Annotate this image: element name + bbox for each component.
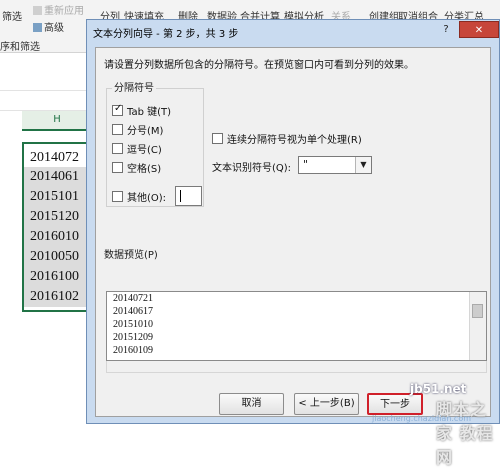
dialog-title: 文本分列向导 - 第 2 步，共 3 步 [93, 29, 239, 40]
scrollbar-thumb[interactable] [472, 304, 483, 318]
consecutive-delimiters-checkbox[interactable] [212, 133, 223, 144]
watermark-url: jiaocheng.chazidian.com [372, 414, 472, 423]
gridline [0, 90, 92, 91]
cell[interactable]: 2016100 [24, 267, 90, 287]
comma-checkbox-label[interactable]: 逗号(C) [127, 141, 162, 156]
delimiters-group-title: 分隔符号 [112, 79, 156, 94]
other-checkbox-label[interactable]: 其他(O): [127, 189, 166, 204]
cell[interactable]: 2015101 [24, 187, 90, 207]
preview-row: 20140617 [113, 306, 153, 317]
dialog-titlebar[interactable]: 文本分列向导 - 第 2 步，共 3 步 ? ✕ [87, 20, 499, 46]
text-qualifier-label: 文本识别符号(Q): [212, 163, 292, 174]
comma-checkbox[interactable] [112, 143, 123, 154]
text-import-wizard-dialog: 文本分列向导 - 第 2 步，共 3 步 ? ✕ 请设置分列数据所包含的分隔符号… [86, 19, 500, 424]
advanced-filter-icon [33, 23, 42, 32]
cell[interactable]: 2010050 [24, 247, 90, 267]
cell[interactable]: 2016010 [24, 227, 90, 247]
semicolon-checkbox-label[interactable]: 分号(M) [127, 122, 163, 137]
sort-filter-group-label: 序和筛选 [0, 42, 40, 53]
reapply-icon [33, 6, 42, 15]
cell[interactable]: 2015120 [24, 207, 90, 227]
consecutive-delimiters-label[interactable]: 连续分隔符号视为单个处理(R) [227, 131, 362, 146]
cell[interactable]: 2016102 [24, 287, 90, 307]
cancel-button[interactable]: 取消 [219, 393, 284, 415]
filter-button[interactable]: 筛选 [2, 8, 22, 23]
back-button[interactable]: < 上一步(B) [294, 393, 359, 415]
watermark-site: jb51.net [410, 382, 467, 396]
data-preview-pane[interactable]: 20140721 20140617 20151010 20151209 2016… [106, 291, 487, 361]
other-delimiter-input[interactable] [175, 186, 202, 206]
cell[interactable]: 2014061 [24, 167, 90, 187]
cell[interactable]: 2014072 [30, 148, 90, 168]
help-button[interactable]: ? [433, 21, 459, 38]
text-qualifier-value: " [303, 158, 309, 171]
column-header-h[interactable]: H [22, 111, 92, 131]
dropdown-arrow-icon[interactable]: ▼ [355, 157, 371, 173]
preview-row: 20151010 [113, 319, 153, 330]
text-caret [180, 190, 181, 202]
checkmark-icon: ✓ [114, 103, 123, 114]
close-icon: ✕ [474, 25, 484, 36]
text-qualifier-select[interactable]: " ▼ [298, 156, 372, 174]
tab-checkbox-label[interactable]: Tab 键(T) [127, 103, 171, 118]
tab-checkbox[interactable]: ✓ [112, 103, 123, 116]
data-preview-label: 数据预览(P) [104, 250, 158, 261]
advanced-button[interactable]: 高级 [33, 19, 64, 34]
preview-row: 20151209 [113, 332, 153, 343]
other-checkbox[interactable] [112, 191, 123, 202]
reapply-button[interactable]: 重新应用 [33, 2, 84, 17]
close-button[interactable]: ✕ [459, 21, 499, 38]
preview-horizontal-scrollbar[interactable] [106, 361, 487, 373]
next-button[interactable]: 下一步 [367, 393, 423, 415]
preview-row: 20140721 [113, 293, 153, 304]
space-checkbox[interactable] [112, 162, 123, 173]
watermark-text: 脚本之家 教程网 [436, 400, 494, 467]
preview-row: 20160109 [113, 345, 153, 356]
semicolon-checkbox[interactable] [112, 124, 123, 135]
dialog-body: 请设置分列数据所包含的分隔符号。在预览窗口内可看到分列的效果。 分隔符号 ✓ T… [95, 47, 491, 417]
instruction-text: 请设置分列数据所包含的分隔符号。在预览窗口内可看到分列的效果。 [104, 60, 414, 71]
space-checkbox-label[interactable]: 空格(S) [127, 160, 161, 175]
preview-vertical-scrollbar[interactable] [469, 292, 486, 360]
